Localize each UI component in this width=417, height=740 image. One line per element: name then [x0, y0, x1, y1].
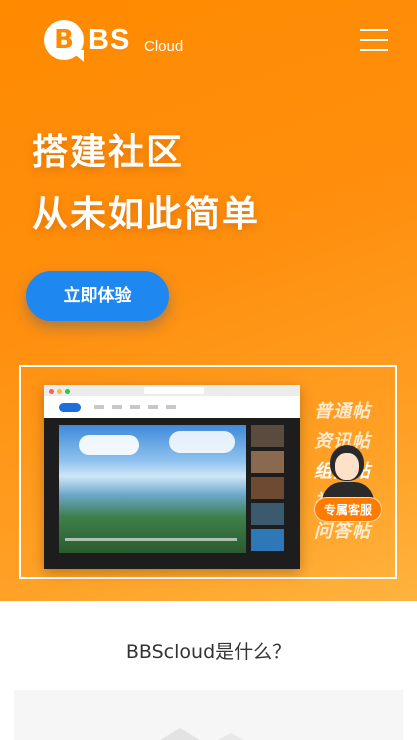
post-type-normal: 普通帖: [314, 401, 371, 422]
mockup-hero-photo: [59, 425, 246, 553]
mockup-nav-item: [94, 405, 104, 409]
mockup-thumbnail: [251, 425, 284, 447]
logo-subtext: Cloud: [144, 38, 184, 55]
intro-section-preview: [14, 690, 403, 740]
mockup-nav-item: [166, 405, 176, 409]
maximize-dot-icon: [65, 389, 70, 394]
close-dot-icon: [49, 389, 54, 394]
headline-line-2: 从未如此简单: [32, 194, 261, 235]
section-title: BBScloud是什么？: [125, 641, 292, 663]
minimize-dot-icon: [57, 389, 62, 394]
mockup-thumbnail: [251, 503, 284, 525]
mockup-navbar: [44, 396, 300, 418]
try-now-button[interactable]: 立即体验: [26, 271, 169, 321]
mockup-thumbnail: [251, 529, 284, 551]
mockup-nav-item: [130, 405, 140, 409]
customer-service-widget[interactable]: 专属客服: [302, 442, 382, 524]
menu-bar: [360, 49, 388, 51]
logo[interactable]: B BS Cloud: [44, 17, 194, 65]
photo-caption: [65, 538, 237, 541]
mockup-thumbnail: [251, 477, 284, 499]
headline-line-1: 搭建社区: [32, 132, 185, 173]
decorative-shape: [160, 728, 200, 740]
mockup-thumbnail: [251, 451, 284, 473]
browser-chrome: [44, 385, 300, 396]
agent-face: [335, 453, 359, 480]
photo-cloud: [79, 435, 139, 455]
decorative-shape: [218, 733, 244, 740]
browser-mockup: [44, 385, 300, 569]
mockup-nav-item: [112, 405, 122, 409]
logo-text: BS: [88, 24, 131, 56]
photo-cloud: [169, 431, 235, 453]
menu-bar: [360, 29, 388, 31]
mockup-nav-item: [148, 405, 158, 409]
hamburger-menu-icon[interactable]: [360, 27, 390, 53]
mockup-logo: [59, 403, 81, 412]
address-bar: [144, 387, 204, 394]
menu-bar: [360, 39, 388, 41]
support-label: 专属客服: [314, 497, 382, 522]
